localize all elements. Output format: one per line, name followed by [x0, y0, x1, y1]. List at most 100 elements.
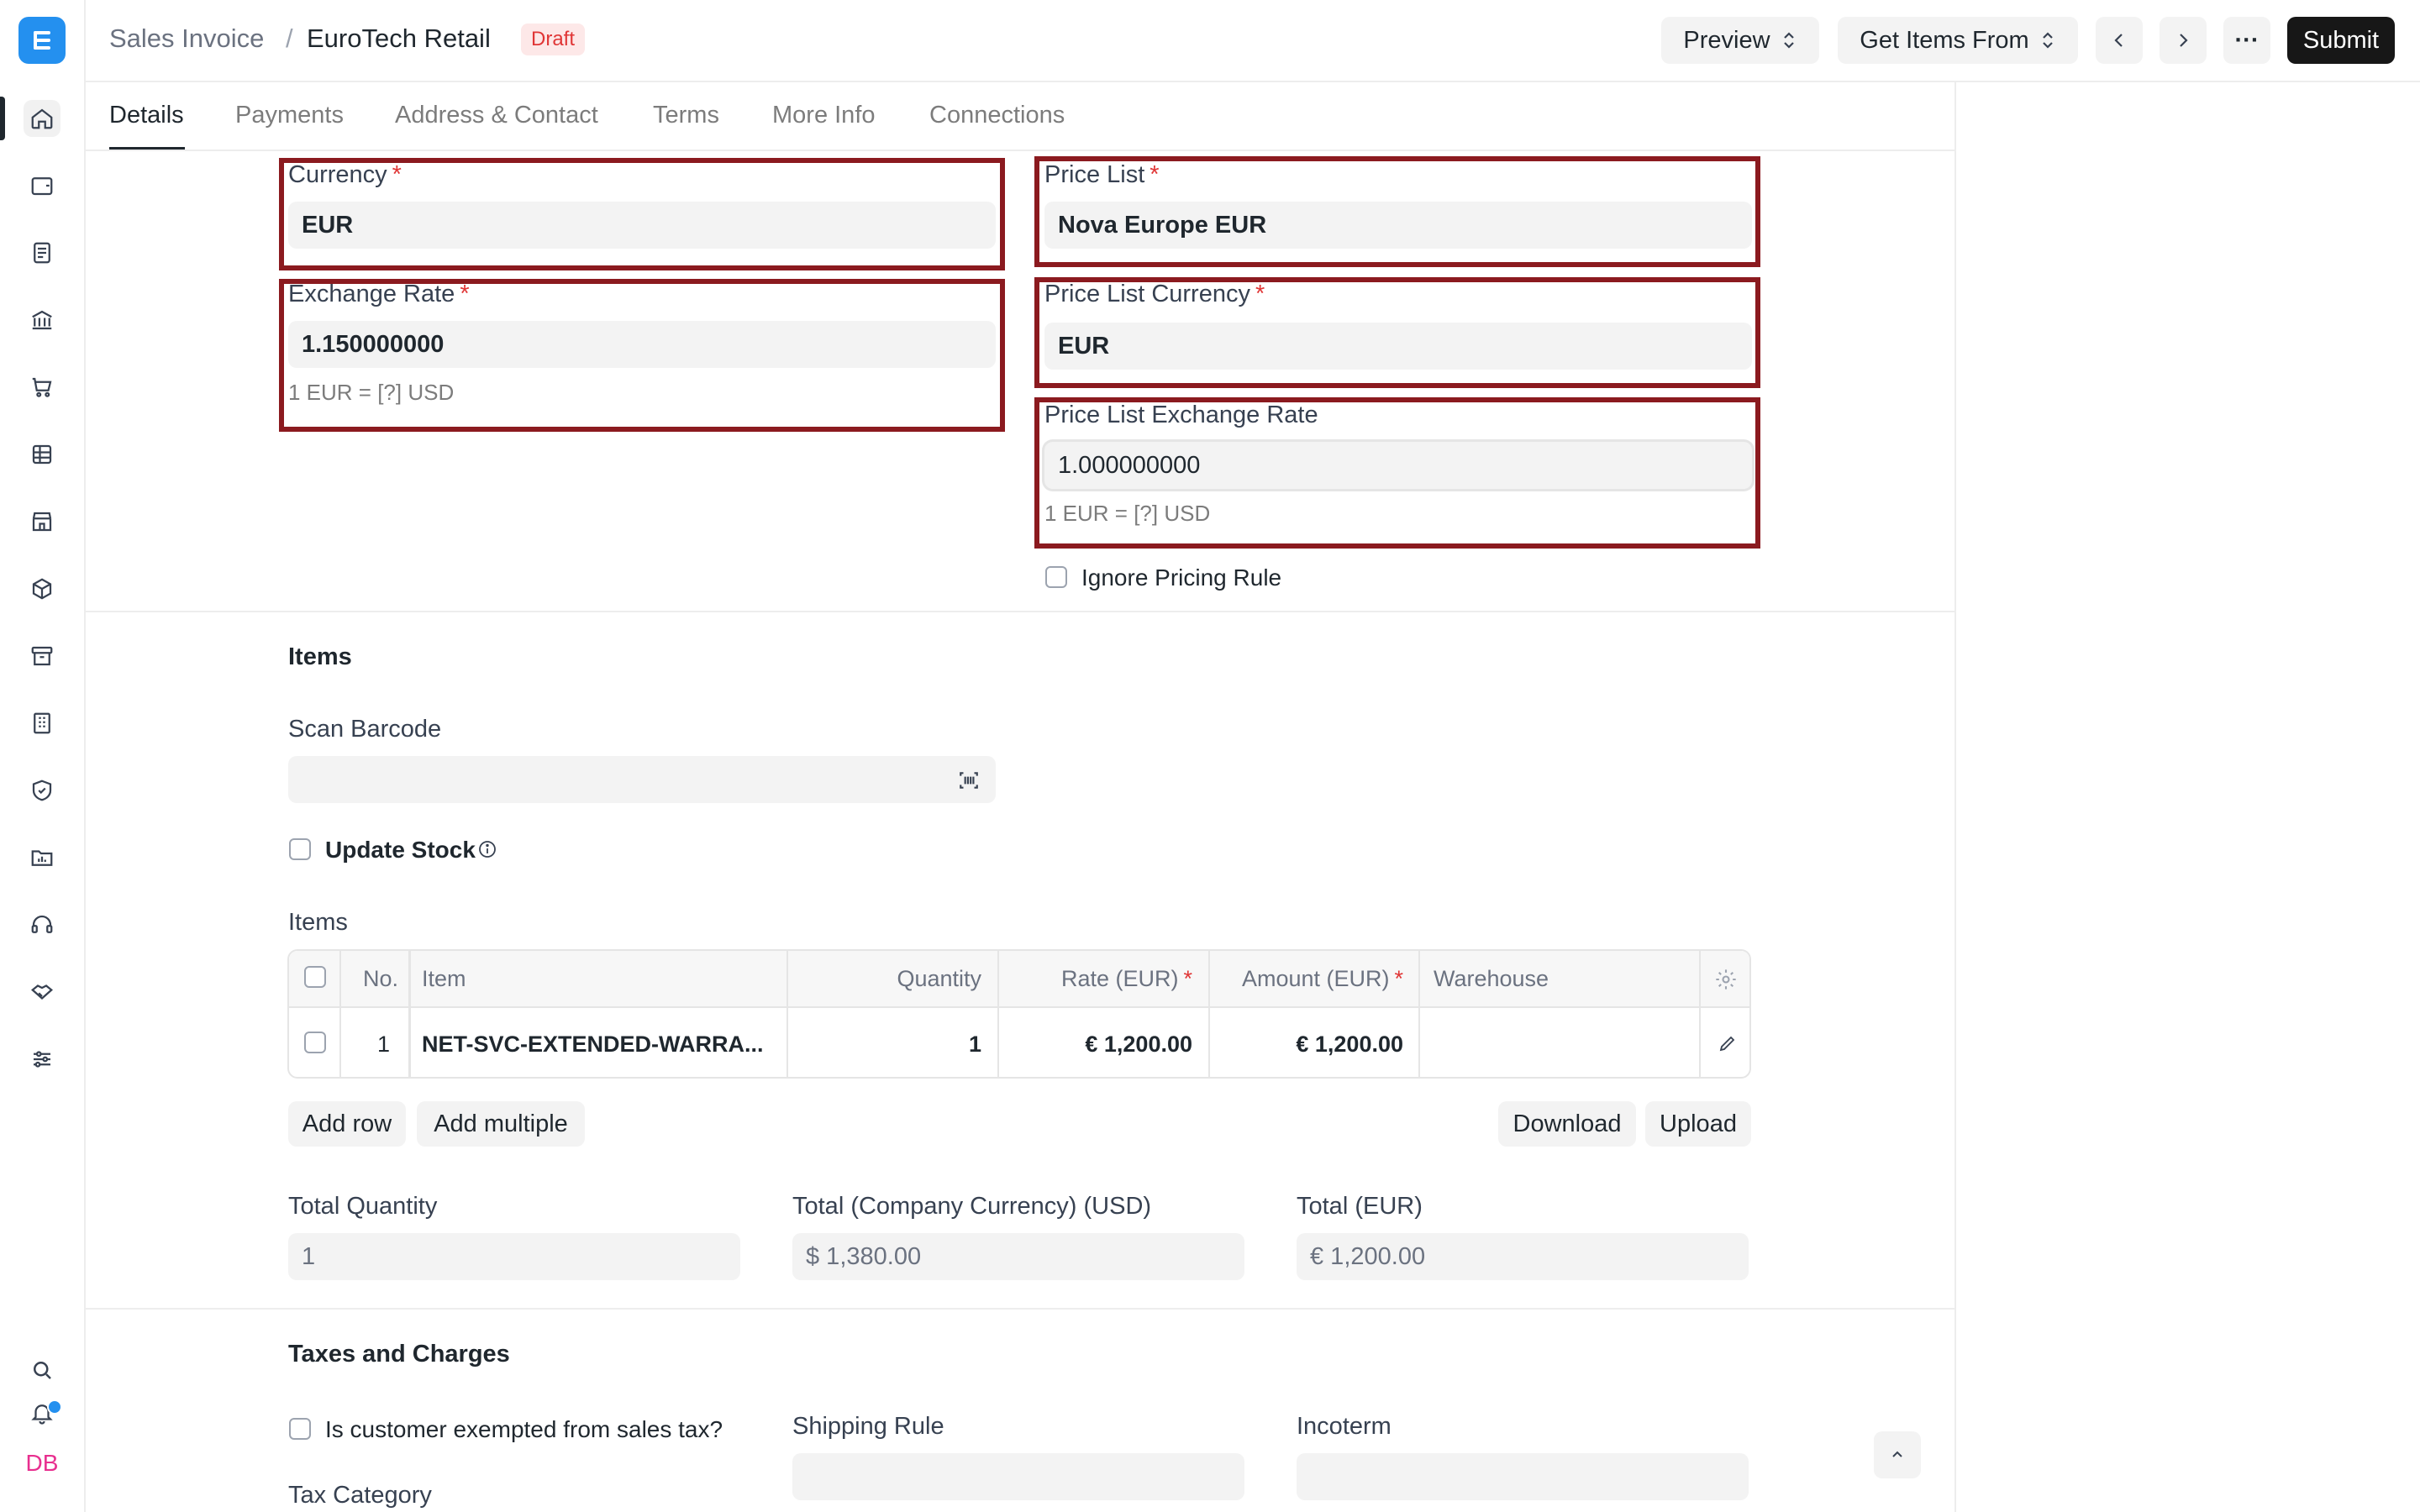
tax-exempt-checkbox[interactable]: [289, 1418, 311, 1440]
tab-payments[interactable]: Payments: [235, 102, 344, 129]
price-list-label: Price List *: [1044, 161, 1160, 188]
tab-address-contact[interactable]: Address & Contact: [395, 102, 598, 129]
headset-icon[interactable]: [24, 906, 60, 943]
price-list-exchange-rate-field[interactable]: 1.000000000: [1044, 442, 1752, 489]
breadcrumb-sales-invoice[interactable]: Sales Invoice: [109, 24, 264, 54]
exchange-rate-label: Exchange Rate *: [288, 281, 470, 307]
next-doc-button[interactable]: [2160, 17, 2207, 64]
table-row[interactable]: 1 NET-SVC-EXTENDED-WARRA... 1 € 1,200.00…: [289, 1006, 1749, 1077]
currency-field[interactable]: EUR: [288, 202, 996, 249]
submit-button[interactable]: Submit: [2287, 17, 2395, 64]
price-list-currency-label: Price List Currency *: [1044, 281, 1265, 307]
scan-barcode-input[interactable]: [288, 756, 996, 803]
get-items-label: Get Items From: [1860, 26, 2029, 54]
search-icon[interactable]: [24, 1352, 60, 1389]
document-icon[interactable]: [24, 234, 60, 271]
box-icon[interactable]: [24, 570, 60, 607]
select-all-checkbox[interactable]: [304, 966, 326, 988]
handshake-icon[interactable]: [24, 974, 60, 1011]
items-table: No. Item Quantity Rate (EUR) * Amount (EU…: [287, 949, 1751, 1079]
sidebar: DB: [0, 0, 86, 1512]
archive-icon[interactable]: [24, 638, 60, 675]
bank-icon[interactable]: [24, 302, 60, 339]
scan-barcode-label: Scan Barcode: [288, 716, 442, 743]
price-list-currency-field[interactable]: EUR: [1044, 323, 1752, 370]
column-header-item: Item: [422, 966, 466, 991]
home-icon[interactable]: [24, 100, 60, 137]
folder-chart-icon[interactable]: [24, 839, 60, 876]
shipping-rule-label: Shipping Rule: [792, 1413, 944, 1440]
tab-more-info[interactable]: More Info: [772, 102, 876, 129]
edit-row-icon[interactable]: [1718, 1033, 1738, 1053]
tab-connections[interactable]: Connections: [929, 102, 1065, 129]
wallet-icon[interactable]: [24, 167, 60, 204]
column-header-quantity: Quantity: [897, 966, 981, 991]
total-quantity-field: 1: [288, 1233, 740, 1280]
row-amount[interactable]: € 1,200.00: [1208, 1032, 1403, 1058]
shipping-rule-field[interactable]: [792, 1453, 1244, 1500]
ignore-pricing-rule-label: Ignore Pricing Rule: [1081, 564, 1282, 591]
sidebar-active-indicator: [0, 97, 5, 140]
section-divider: [84, 1308, 1954, 1310]
tax-category-label: Tax Category: [288, 1482, 432, 1509]
status-badge: Draft: [521, 24, 586, 55]
taxes-section-title: Taxes and Charges: [288, 1341, 510, 1368]
total-eur-field: € 1,200.00: [1297, 1233, 1749, 1280]
previous-doc-button[interactable]: [2096, 17, 2143, 64]
chevron-updown-icon: [2039, 29, 2056, 51]
row-rate[interactable]: € 1,200.00: [997, 1032, 1192, 1058]
add-multiple-button[interactable]: Add multiple: [417, 1101, 585, 1147]
items-table-label: Items: [288, 909, 348, 936]
column-header-amount: Amount (EUR) *: [1241, 966, 1403, 991]
preview-label: Preview: [1683, 26, 1770, 54]
cart-icon[interactable]: [24, 369, 60, 406]
user-avatar[interactable]: DB: [24, 1450, 60, 1477]
upload-button[interactable]: Upload: [1645, 1101, 1751, 1147]
sliders-icon[interactable]: [24, 1041, 60, 1078]
preview-button[interactable]: Preview: [1661, 17, 1819, 64]
barcode-scan-icon[interactable]: [958, 769, 980, 791]
ignore-pricing-rule-checkbox[interactable]: [1045, 566, 1067, 588]
chevron-right-icon: [2174, 31, 2192, 50]
chevron-left-icon: [2110, 31, 2128, 50]
chevron-up-icon: [1889, 1446, 1906, 1463]
total-eur-label: Total (EUR): [1297, 1193, 1423, 1220]
section-divider: [84, 611, 1954, 612]
row-item[interactable]: NET-SVC-EXTENDED-WARRA...: [422, 1032, 764, 1058]
items-section-title: Items: [288, 643, 352, 670]
breadcrumb-separator: /: [286, 24, 293, 53]
building-icon[interactable]: [24, 705, 60, 742]
tax-exempt-label: Is customer exempted from sales tax?: [325, 1416, 723, 1442]
sidebar-divider: [1954, 81, 1956, 1512]
app-logo[interactable]: [18, 17, 66, 64]
shield-icon[interactable]: [24, 772, 60, 809]
gear-icon[interactable]: [1714, 968, 1738, 991]
more-actions-button[interactable]: ···: [2223, 17, 2270, 64]
notification-dot: [47, 1399, 62, 1415]
scroll-to-top-button[interactable]: [1874, 1431, 1921, 1478]
get-items-from-button[interactable]: Get Items From: [1838, 17, 2078, 64]
incoterm-field[interactable]: [1297, 1453, 1749, 1500]
download-button[interactable]: Download: [1498, 1101, 1636, 1147]
tab-terms[interactable]: Terms: [653, 102, 719, 129]
total-quantity-label: Total Quantity: [288, 1193, 438, 1220]
row-checkbox[interactable]: [304, 1032, 326, 1053]
page-title: EuroTech Retail: [307, 24, 491, 53]
column-header-warehouse: Warehouse: [1434, 966, 1549, 991]
tab-details[interactable]: Details: [109, 102, 184, 129]
incoterm-label: Incoterm: [1297, 1413, 1392, 1440]
active-tab-underline: [109, 147, 185, 150]
exchange-rate-field[interactable]: 1.150000000: [288, 321, 996, 368]
row-number: 1: [376, 1032, 390, 1057]
column-header-rate: Rate (EUR) *: [1060, 966, 1192, 991]
price-list-field[interactable]: Nova Europe EUR: [1044, 202, 1752, 249]
update-stock-checkbox[interactable]: [289, 838, 311, 860]
chevron-updown-icon: [1781, 29, 1797, 51]
column-header-no: No.: [363, 966, 399, 991]
price-list-exchange-rate-label: Price List Exchange Rate: [1044, 402, 1318, 428]
row-quantity[interactable]: 1: [786, 1032, 981, 1058]
store-icon[interactable]: [24, 503, 60, 540]
info-icon[interactable]: [477, 839, 497, 859]
table-icon[interactable]: [24, 436, 60, 473]
add-row-button[interactable]: Add row: [288, 1101, 406, 1147]
